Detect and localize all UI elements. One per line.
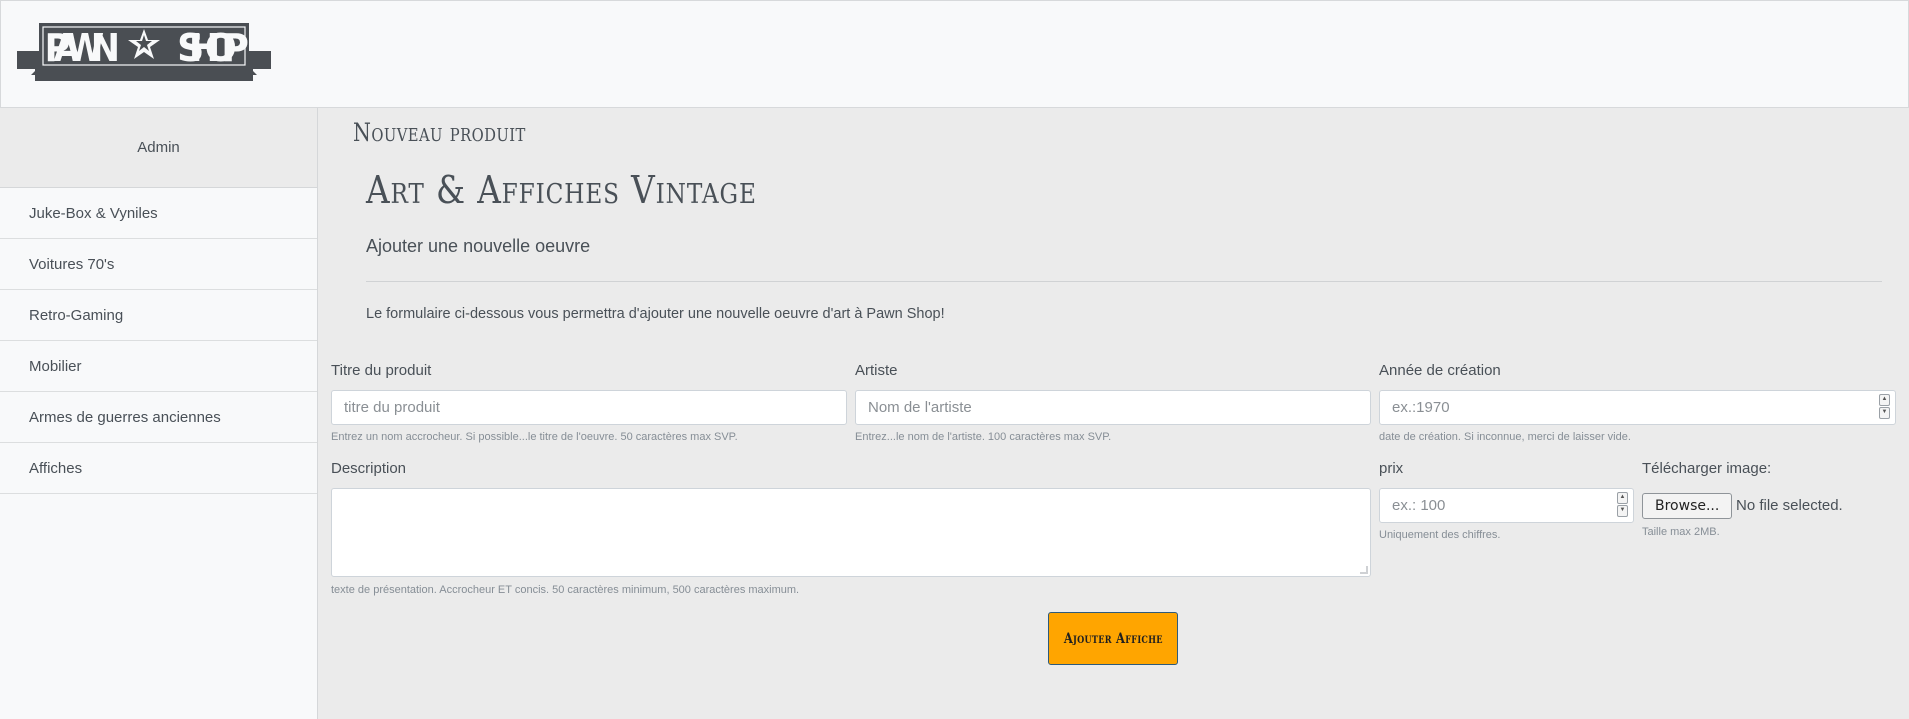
jumbotron-subtitle: Ajouter une nouvelle oeuvre	[366, 236, 591, 256]
top-navbar: PAWN SHOP	[0, 0, 1909, 108]
artist-help: Entrez...le nom de l'artiste. 100 caract…	[855, 431, 1112, 443]
image-label: Télécharger image:	[1642, 460, 1772, 477]
main-content: Nouveau produit Art & Affiches Vintage A…	[318, 108, 1909, 719]
description-help: texte de présentation. Accrocheur ET con…	[331, 584, 800, 596]
sidebar-admin-link[interactable]: Admin	[0, 108, 317, 188]
year-help: date de création. Si inconnue, merci de …	[1379, 431, 1631, 443]
sidebar-item-armes[interactable]: Armes de guerres anciennes	[0, 392, 317, 443]
sidebar-item-label: Voitures 70's	[29, 255, 115, 273]
price-input[interactable]	[1379, 488, 1634, 523]
year-input[interactable]	[1379, 390, 1896, 425]
sidebar: Admin Juke-Box & Vyniles Voitures 70's R…	[0, 108, 318, 719]
resize-handle-icon[interactable]	[1360, 566, 1368, 574]
file-status: No file selected.	[1736, 497, 1843, 514]
title-label: Titre du produit	[331, 362, 432, 379]
stepper-down-icon[interactable]: ▼	[1879, 407, 1890, 419]
sidebar-item-mobilier[interactable]: Mobilier	[0, 341, 317, 392]
sidebar-item-label: Armes de guerres anciennes	[29, 408, 221, 426]
jumbotron-lead: Le formulaire ci-dessous vous permettra …	[366, 306, 945, 322]
description-textarea[interactable]	[331, 488, 1371, 577]
sidebar-item-label: Affiches	[29, 459, 83, 477]
sidebar-item-juke-box[interactable]: Juke-Box & Vyniles	[0, 188, 317, 239]
year-stepper[interactable]: ▲ ▼	[1879, 394, 1890, 419]
price-help: Uniquement des chiffres.	[1379, 529, 1501, 541]
description-label: Description	[331, 460, 407, 477]
sidebar-item-voitures[interactable]: Voitures 70's	[0, 239, 317, 290]
browse-button[interactable]: Browse...	[1642, 493, 1733, 519]
sidebar-admin-label: Admin	[137, 139, 180, 156]
submit-button[interactable]: Ajouter Affiche	[1048, 612, 1178, 665]
pawn-shop-logo[interactable]: PAWN SHOP	[17, 23, 271, 85]
year-field: ▲▼	[1379, 390, 1896, 425]
sidebar-item-retro-gaming[interactable]: Retro-Gaming	[0, 290, 317, 341]
price-field: ▲▼	[1379, 488, 1634, 523]
svg-text:PAWN: PAWN	[45, 26, 120, 71]
svg-text:SHOP: SHOP	[177, 26, 249, 70]
year-label: Année de création	[1379, 362, 1501, 379]
jumbotron-title: Art & Affiches Vintage	[366, 168, 757, 212]
sidebar-item-label: Retro-Gaming	[29, 306, 124, 324]
stepper-up-icon[interactable]: ▲	[1879, 394, 1890, 406]
submit-label: Ajouter Affiche	[1063, 630, 1163, 647]
artist-label: Artiste	[855, 362, 898, 379]
artist-input[interactable]	[855, 390, 1371, 425]
image-help: Taille max 2MB.	[1642, 526, 1720, 538]
stepper-down-icon[interactable]: ▼	[1617, 505, 1628, 517]
sidebar-item-affiches[interactable]: Affiches	[0, 443, 317, 494]
divider	[366, 281, 1882, 282]
sidebar-item-label: Juke-Box & Vyniles	[29, 204, 158, 222]
title-help: Entrez un nom accrocheur. Si possible...…	[331, 431, 738, 443]
price-stepper[interactable]: ▲ ▼	[1617, 492, 1628, 517]
sidebar-item-label: Mobilier	[29, 357, 82, 375]
stepper-up-icon[interactable]: ▲	[1617, 492, 1628, 504]
price-label: prix	[1379, 460, 1404, 477]
page-title: Nouveau produit	[353, 118, 526, 147]
title-input[interactable]	[331, 390, 847, 425]
